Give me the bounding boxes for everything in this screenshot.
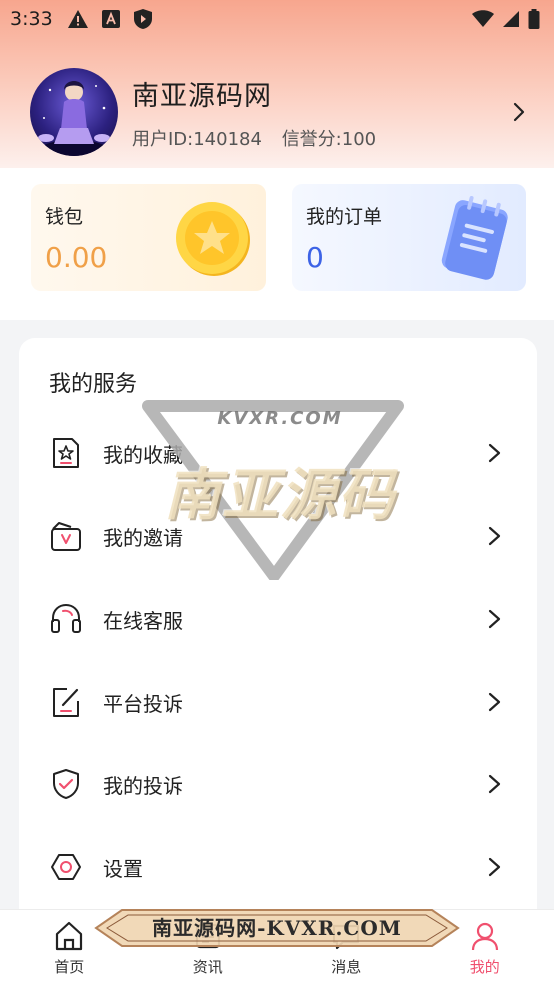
avatar[interactable] [30, 68, 118, 156]
service-label-my-complaints: 我的投诉 [103, 773, 183, 798]
wifi-icon [472, 10, 494, 27]
shield-icon [133, 9, 152, 29]
service-label-platform-complaint: 平台投诉 [103, 691, 183, 716]
bottom-tab-bar: 首页 资讯 消息 我的 [0, 909, 554, 984]
font-a-icon [101, 10, 120, 28]
status-time: 3:33 [10, 8, 53, 30]
tab-news[interactable]: 资讯 [139, 910, 278, 984]
home-icon [56, 921, 83, 951]
chevron-right-icon [488, 692, 501, 712]
service-label-customer-service: 在线客服 [103, 608, 183, 633]
settings-hex-icon [51, 854, 81, 880]
tab-messages-label: 消息 [331, 958, 362, 976]
tab-messages[interactable]: 消息 [277, 910, 416, 984]
tab-home[interactable]: 首页 [0, 910, 139, 984]
service-label-invitations: 我的邀请 [103, 525, 183, 550]
service-item-favorites[interactable]: 我的收藏 [19, 412, 537, 494]
gold-coin-icon [176, 202, 250, 276]
service-item-settings[interactable]: 设置 [19, 826, 537, 908]
chevron-right-icon [488, 526, 501, 546]
star-badge-icon [53, 438, 79, 468]
services-title: 我的服务 [49, 372, 138, 397]
orders-card[interactable]: 我的订单 0 [292, 184, 526, 291]
chevron-right-icon[interactable] [508, 101, 530, 123]
tab-news-label: 资讯 [192, 958, 223, 976]
service-item-customer-service[interactable]: 在线客服 [19, 578, 537, 660]
edit-note-icon [53, 688, 79, 717]
chevron-right-icon [488, 774, 501, 794]
status-bar: 3:33 [0, 0, 554, 38]
shield-check-icon [53, 769, 79, 799]
service-item-platform-complaint[interactable]: 平台投诉 [19, 661, 537, 743]
avatar-illustration-icon [38, 81, 110, 156]
headset-icon [51, 603, 81, 633]
tab-home-label: 首页 [54, 958, 85, 976]
warning-icon [67, 10, 88, 28]
wallet-card[interactable]: 钱包 0.00 [31, 184, 266, 291]
battery-icon [528, 9, 540, 29]
message-icon [333, 924, 360, 950]
tab-mine[interactable]: 我的 [416, 910, 554, 984]
services-panel: 我的服务 我的收藏 我的邀请 在线客服 平台投诉 我的投诉 设置 [19, 338, 537, 938]
summary-cards: 钱包 0.00 我的订单 0 [0, 168, 554, 320]
news-icon [195, 923, 220, 949]
service-label-settings: 设置 [103, 856, 143, 881]
chevron-right-icon [488, 857, 501, 877]
notebook-icon [441, 195, 508, 280]
user-id: 用户ID:140184 [132, 128, 262, 150]
service-item-my-complaints[interactable]: 我的投诉 [19, 743, 537, 825]
invite-folder-icon [51, 522, 81, 551]
credit-score: 信誉分:100 [281, 128, 377, 150]
service-label-favorites: 我的收藏 [103, 442, 183, 467]
service-item-invitations[interactable]: 我的邀请 [19, 495, 537, 577]
tab-mine-label: 我的 [469, 958, 500, 976]
user-icon [471, 922, 498, 951]
chevron-right-icon [488, 443, 501, 463]
chevron-right-icon [488, 609, 501, 629]
profile-header[interactable]: 南亚源码网 用户ID:140184 信誉分:100 [30, 66, 530, 158]
profile-name: 南亚源码网 [132, 80, 272, 112]
signal-icon [503, 11, 519, 27]
